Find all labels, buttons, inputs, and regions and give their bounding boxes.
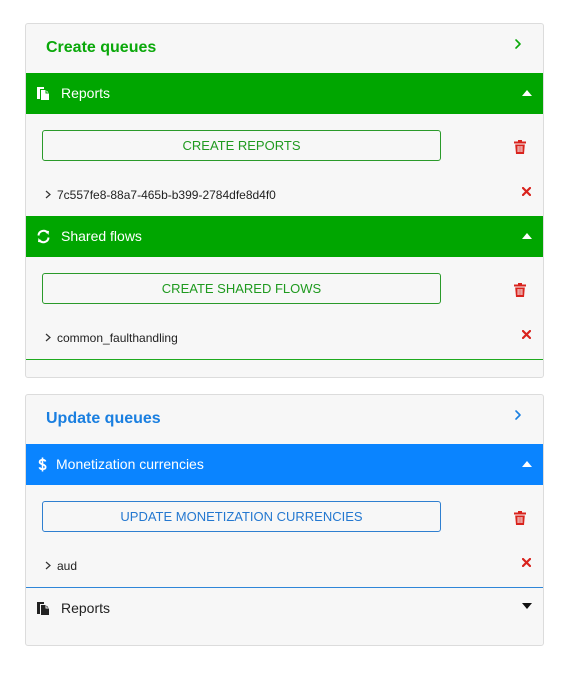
update-monetization-currencies-button[interactable]: UPDATE MONETIZATION CURRENCIES — [42, 501, 441, 532]
item-label: aud — [57, 559, 78, 573]
refresh-icon — [37, 229, 50, 244]
section-body-reports: CREATE REPORTS 7c557fe8-88a7-465b-b399-2… — [26, 114, 543, 216]
section-divider — [26, 359, 543, 360]
close-icon[interactable] — [522, 187, 531, 196]
chevron-right-icon[interactable] — [45, 190, 51, 199]
close-icon[interactable] — [522, 558, 531, 567]
trash-icon[interactable] — [514, 140, 526, 154]
dollar-icon — [38, 457, 47, 472]
trash-icon[interactable] — [514, 511, 526, 525]
list-item[interactable]: 7c557fe8-88a7-465b-b399-2784dfe8d4f0 — [26, 184, 543, 208]
section-body-shared-flows: CREATE SHARED FLOWS common_faulthandling — [26, 257, 543, 359]
section-header-reports[interactable]: Reports — [26, 73, 543, 114]
update-queues-title: Update queues — [46, 410, 161, 427]
caret-up-icon[interactable] — [522, 90, 532, 96]
section-label-reports: Reports — [61, 600, 111, 616]
list-item[interactable]: common_faulthandling — [26, 327, 543, 351]
section-header-reports-collapsed[interactable]: Reports — [26, 588, 543, 629]
item-label: common_faulthandling — [57, 331, 178, 345]
section-label-monetization-currencies: Monetization currencies — [56, 456, 204, 472]
list-item[interactable]: aud — [26, 555, 543, 579]
update-queues-header[interactable]: Update queues — [26, 395, 543, 444]
caret-up-icon[interactable] — [522, 461, 532, 467]
copy-icon — [37, 87, 49, 100]
section-label-reports: Reports — [61, 85, 111, 101]
chevron-right-icon[interactable] — [511, 37, 525, 51]
chevron-right-icon[interactable] — [511, 408, 525, 422]
close-icon[interactable] — [522, 330, 531, 339]
caret-down-icon[interactable] — [522, 603, 532, 609]
create-queues-header[interactable]: Create queues — [26, 24, 543, 73]
update-queues-card: Update queues Monetization currencies UP… — [25, 394, 544, 646]
create-reports-button[interactable]: CREATE REPORTS — [42, 130, 441, 161]
create-queues-title: Create queues — [46, 39, 157, 56]
section-body-monetization-currencies: UPDATE MONETIZATION CURRENCIES aud — [26, 485, 543, 587]
copy-icon — [37, 602, 49, 615]
section-header-shared-flows[interactable]: Shared flows — [26, 216, 543, 257]
section-header-monetization-currencies[interactable]: Monetization currencies — [26, 444, 543, 485]
trash-icon[interactable] — [514, 283, 526, 297]
caret-up-icon[interactable] — [522, 233, 532, 239]
item-label: 7c557fe8-88a7-465b-b399-2784dfe8d4f0 — [57, 188, 276, 202]
create-queues-card: Create queues Reports CREATE REPORTS 7c5… — [25, 23, 544, 378]
section-label-shared-flows: Shared flows — [61, 228, 142, 244]
chevron-right-icon[interactable] — [45, 561, 51, 570]
chevron-right-icon[interactable] — [45, 333, 51, 342]
create-shared-flows-button[interactable]: CREATE SHARED FLOWS — [42, 273, 441, 304]
